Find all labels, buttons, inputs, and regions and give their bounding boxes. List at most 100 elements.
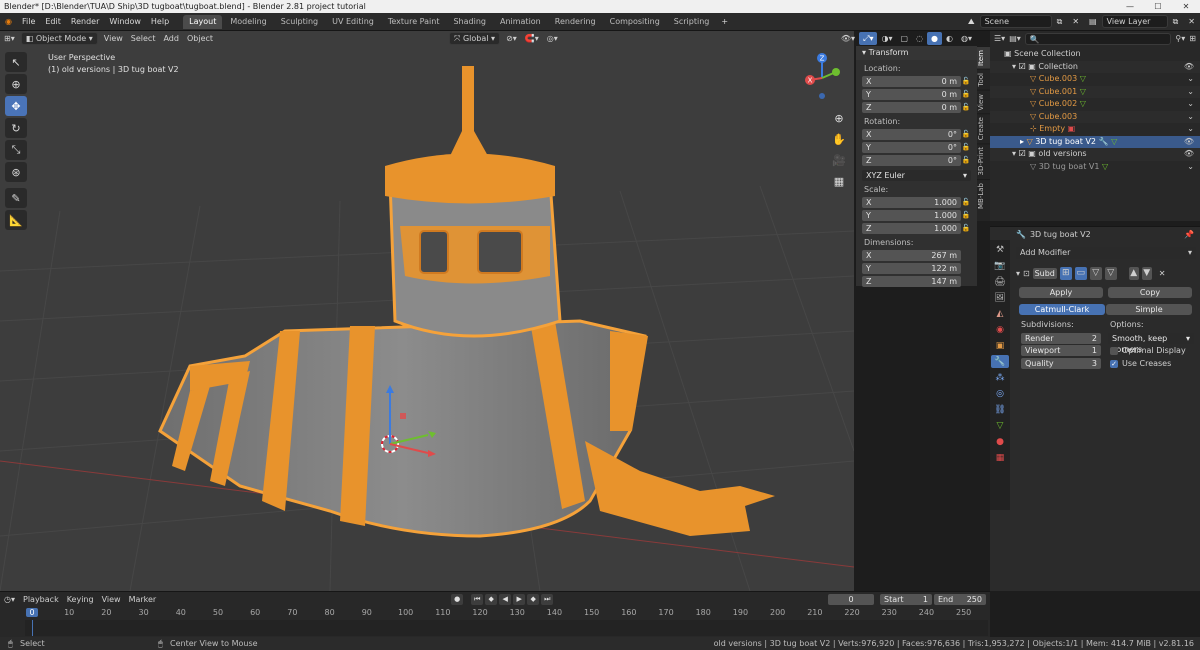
tree-item-old-versions[interactable]: ▾ ☑ ▣ old versions 👁: [990, 148, 1200, 161]
camera-view-icon[interactable]: 🎥: [830, 150, 848, 171]
play-icon[interactable]: ▶: [513, 594, 526, 605]
location-x-field[interactable]: X 0 m 🔓: [862, 75, 971, 87]
tab-sculpting[interactable]: Sculpting: [275, 15, 324, 29]
eye-closed-icon[interactable]: ⌄: [1187, 86, 1194, 99]
menu-add[interactable]: Add: [159, 32, 183, 45]
delete-scene-icon[interactable]: ✕: [1067, 13, 1084, 31]
move-up-icon[interactable]: ▲: [1128, 266, 1139, 280]
material-icon[interactable]: ●: [991, 435, 1009, 448]
lock-icon[interactable]: 🔓: [961, 90, 971, 98]
output-settings-icon[interactable]: 🖨: [991, 275, 1009, 288]
timeline-editor-icon[interactable]: ◷▾: [0, 593, 19, 606]
tab-scripting[interactable]: Scripting: [668, 15, 716, 29]
tab-rendering[interactable]: Rendering: [549, 15, 602, 29]
edit-mode-toggle-icon[interactable]: ⊞: [1059, 266, 1072, 280]
move-tool-icon[interactable]: ✥: [5, 96, 27, 116]
eye-icon[interactable]: 👁: [1184, 61, 1194, 74]
tab-layout[interactable]: Layout: [183, 14, 223, 29]
location-z-field[interactable]: Z 0 m 🔓: [862, 101, 971, 113]
apply-button[interactable]: Apply: [1019, 287, 1103, 298]
new-view-layer-icon[interactable]: ⧉: [1168, 13, 1184, 31]
timeline-track-area[interactable]: [25, 620, 988, 636]
remove-modifier-icon[interactable]: ✕: [1155, 269, 1166, 278]
filter-icon[interactable]: ⚲▾: [1175, 34, 1185, 43]
shading-solid-icon[interactable]: ●: [927, 32, 943, 45]
collapse-icon[interactable]: ▾: [1016, 269, 1020, 278]
view-layer-selector[interactable]: View Layer: [1101, 15, 1168, 28]
tab-shading[interactable]: Shading: [447, 15, 492, 29]
measure-tool-icon[interactable]: 📐: [5, 210, 27, 230]
menu-window[interactable]: Window: [104, 13, 146, 31]
minimize-button[interactable]: —: [1116, 0, 1144, 13]
overlay-toggle-icon[interactable]: ◑▾: [877, 32, 896, 45]
menu-render[interactable]: Render: [66, 13, 104, 31]
menu-select[interactable]: Select: [127, 32, 160, 45]
tree-item-collection[interactable]: ▾ ☑ ▣ Collection 👁: [990, 60, 1200, 74]
dimension-y-field[interactable]: Y 122 m: [862, 262, 971, 274]
eye-icon[interactable]: 👁: [1184, 136, 1194, 149]
tree-item-tug-boat-v1[interactable]: ▽ 3D tug boat V1 ▽ ⌄: [990, 161, 1200, 174]
viewport-toggle-icon[interactable]: ▭: [1074, 266, 1087, 280]
constraints-icon[interactable]: ⛓: [991, 403, 1009, 416]
pivot-point-icon[interactable]: ⊘▾: [502, 32, 521, 45]
tab-3d-print[interactable]: 3D-Print: [977, 143, 990, 179]
menu-help[interactable]: Help: [146, 13, 174, 31]
lock-icon[interactable]: 🔓: [961, 143, 971, 151]
delete-view-layer-icon[interactable]: ✕: [1183, 13, 1200, 31]
scale-y-field[interactable]: Y 1.000 🔓: [862, 209, 971, 221]
gizmo-toggle-icon[interactable]: ⤢▾: [859, 32, 878, 45]
mode-selector[interactable]: ◧ Object Mode ▾: [20, 32, 98, 45]
tree-item-cube001[interactable]: ▽ Cube.001 ▽ ⌄: [990, 85, 1200, 99]
menu-marker[interactable]: Marker: [125, 593, 161, 606]
blender-logo-icon[interactable]: ◉: [0, 13, 17, 31]
scale-z-field[interactable]: Z 1.000 🔓: [862, 222, 971, 234]
proportional-edit-icon[interactable]: ◎▾: [543, 32, 562, 45]
add-modifier-dropdown[interactable]: Add Modifier ▾: [1016, 247, 1196, 259]
view-layer-settings-icon[interactable]: 🖼: [991, 291, 1009, 304]
tab-animation[interactable]: Animation: [494, 15, 547, 29]
tab-compositing[interactable]: Compositing: [604, 15, 666, 29]
viewport-levels-field[interactable]: Viewport 1: [1021, 345, 1101, 356]
tab-uv-editing[interactable]: UV Editing: [326, 15, 380, 29]
scale-tool-icon[interactable]: ⤡: [5, 140, 27, 160]
editor-type-icon[interactable]: ⊞▾: [0, 32, 19, 45]
play-reverse-icon[interactable]: ◀: [499, 594, 512, 605]
menu-playback[interactable]: Playback: [19, 593, 63, 606]
transform-orientation-selector[interactable]: ⤧ Global ▾: [449, 32, 501, 45]
cage-toggle-icon[interactable]: ▽: [1104, 266, 1117, 280]
rotation-x-field[interactable]: X 0° 🔓: [862, 128, 971, 140]
shading-rendered-icon[interactable]: ◍▾: [957, 32, 976, 45]
3d-viewport[interactable]: [0, 31, 854, 591]
move-down-icon[interactable]: ▼: [1141, 266, 1152, 280]
render-toggle-icon[interactable]: ▽: [1089, 266, 1102, 280]
rotation-z-field[interactable]: Z 0° 🔓: [862, 154, 971, 166]
zoom-icon[interactable]: ⊕: [830, 108, 848, 129]
end-frame-field[interactable]: End 250: [934, 594, 986, 605]
copy-button[interactable]: Copy: [1108, 287, 1192, 298]
tab-view[interactable]: View: [977, 89, 990, 114]
dimension-z-field[interactable]: Z 147 m: [862, 275, 971, 287]
eye-closed-icon[interactable]: ⌄: [1187, 123, 1194, 136]
snap-icon[interactable]: 🧲▾: [521, 32, 543, 45]
tab-tool[interactable]: Tool: [977, 68, 990, 90]
menu-view[interactable]: View: [100, 32, 127, 45]
shading-wireframe-icon[interactable]: ◌: [912, 32, 927, 45]
render-settings-icon[interactable]: 📷: [991, 259, 1009, 272]
close-window-button[interactable]: ✕: [1172, 0, 1200, 13]
jump-end-icon[interactable]: ⏭: [541, 594, 554, 605]
texture-icon[interactable]: ▦: [991, 451, 1009, 464]
next-keyframe-icon[interactable]: ◆: [527, 594, 540, 605]
eye-closed-icon[interactable]: ⌄: [1187, 98, 1194, 111]
new-collection-icon[interactable]: ⊞: [1189, 34, 1196, 43]
menu-keying[interactable]: Keying: [63, 593, 98, 606]
tab-modeling[interactable]: Modeling: [224, 15, 272, 29]
xray-icon[interactable]: ▢: [896, 32, 912, 45]
particles-icon[interactable]: ⁂: [991, 371, 1009, 384]
object-settings-icon[interactable]: ▣: [991, 339, 1009, 352]
modifier-settings-icon[interactable]: 🔧: [991, 355, 1009, 368]
tool-settings-icon[interactable]: ⚒: [991, 243, 1009, 256]
world-settings-icon[interactable]: ◉: [991, 323, 1009, 336]
uv-smooth-dropdown[interactable]: Smooth, keep corners ▾: [1108, 333, 1194, 354]
tab-texture-paint[interactable]: Texture Paint: [382, 15, 446, 29]
tab-item[interactable]: Item: [977, 46, 990, 69]
